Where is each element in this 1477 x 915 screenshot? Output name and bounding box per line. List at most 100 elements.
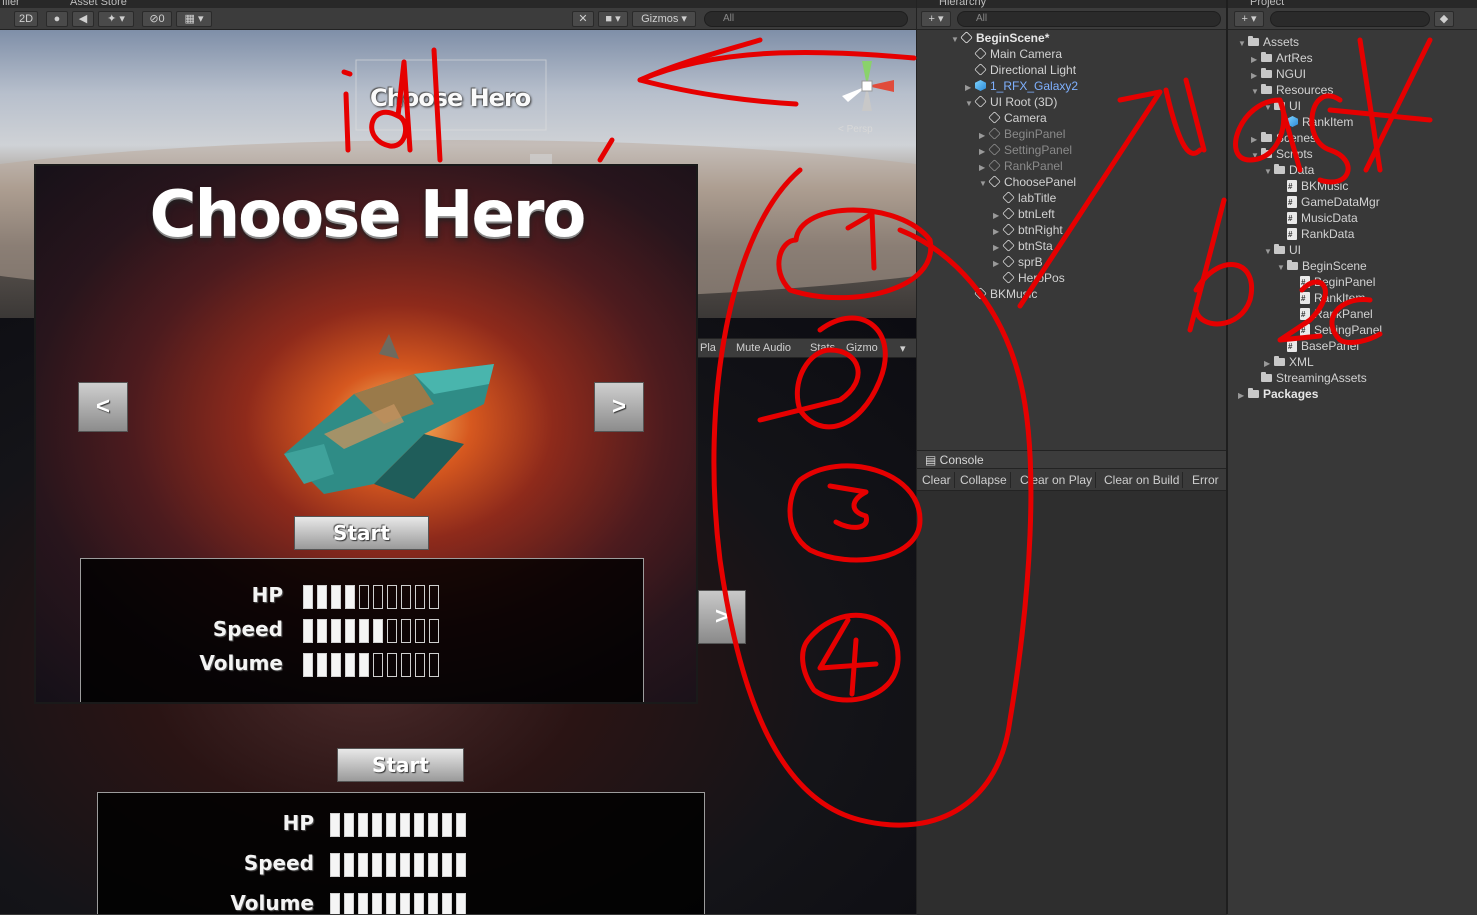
game-gizmos-button[interactable]: Gizmo (846, 342, 878, 354)
hierarchy-item-1-rfx-galaxy2[interactable]: ▶ 1_RFX_Galaxy2 (965, 78, 1078, 94)
project-search-input[interactable] (1270, 11, 1430, 27)
console-error-p-button[interactable]: Error P (1189, 472, 1227, 503)
audio-toggle-button[interactable]: ◀ (72, 11, 94, 27)
project-item-artres[interactable]: ▶ ArtRes (1251, 50, 1313, 66)
hidden-objects-button[interactable]: ⊘0 (142, 11, 172, 27)
project-item-beginpanel[interactable]: BeginPanel (1290, 274, 1375, 291)
project-item-data[interactable]: ▼ Data (1264, 162, 1314, 178)
mute-audio-button[interactable]: Mute Audio (736, 342, 791, 354)
script-icon (1287, 179, 1297, 195)
tools-button[interactable]: ✕ (572, 11, 594, 27)
right-arrow-button-background[interactable]: > (698, 590, 746, 644)
project-item-bkmusic[interactable]: BKMusic (1277, 178, 1348, 195)
add-object-button[interactable]: + ▾ (921, 11, 951, 27)
maximize-on-play-button[interactable]: Pla (700, 342, 716, 354)
project-item-assets[interactable]: ▼ Assets (1238, 34, 1299, 50)
stat-bar-segment (330, 893, 340, 914)
hierarchy-item-btnleft[interactable]: ▶ btnLeft (993, 206, 1055, 222)
expand-arrow-icon[interactable]: ▼ (1277, 260, 1287, 276)
project-item-ui[interactable]: ▼ UI (1264, 242, 1301, 258)
expand-arrow-icon[interactable]: ▼ (1264, 164, 1274, 180)
console-toolbar: Clear Collapse Clear on Play Clear on Build… (917, 469, 1227, 503)
expand-arrow-icon[interactable]: ▼ (965, 96, 975, 112)
persp-label[interactable]: < Persp (838, 124, 873, 135)
console-clear-button[interactable]: Clear (919, 472, 955, 488)
project-item-streamingassets[interactable]: StreamingAssets (1251, 370, 1367, 386)
stat-bar-segment (344, 893, 354, 914)
project-item-beginscene[interactable]: ▼ BeginScene (1277, 258, 1367, 274)
hierarchy-item-btnsta[interactable]: ▶ btnSta (993, 238, 1053, 254)
project-item-ngui[interactable]: ▶ NGUI (1251, 66, 1306, 82)
project-item-xml[interactable]: ▶ XML (1264, 354, 1314, 370)
orientation-gizmo[interactable] (832, 56, 902, 116)
project-panel: Project + ▾ ◆ ▼ Assets ▶ ArtRes ▶ NGUI ▼ Resour… (1226, 0, 1477, 914)
scene-search-input[interactable]: All (704, 11, 908, 27)
collapse-arrow-icon[interactable]: ▶ (1238, 388, 1248, 404)
hierarchy-item-heropos[interactable]: HeroPos (993, 270, 1065, 286)
expand-arrow-icon[interactable]: ▼ (1264, 100, 1274, 116)
expand-arrow-icon[interactable]: ▼ (1251, 84, 1261, 100)
project-item-rankitem[interactable]: RankItem (1277, 114, 1353, 130)
project-item-musicdata[interactable]: MusicData (1277, 210, 1358, 227)
project-item-rankdata[interactable]: RankData (1277, 226, 1354, 243)
hierarchy-item-settingpanel[interactable]: ▶ SettingPanel (979, 142, 1072, 158)
hierarchy-item-bkmusic[interactable]: BKMusic (965, 286, 1037, 302)
project-item-scripts[interactable]: ▼ Scripts (1251, 146, 1313, 162)
expand-arrow-icon[interactable]: ▼ (1238, 36, 1248, 52)
console-log-area[interactable] (917, 491, 1227, 915)
expand-arrow-icon[interactable]: ▼ (979, 176, 989, 192)
stat-bar-segment (373, 653, 383, 677)
expand-arrow-icon[interactable]: ▼ (1251, 148, 1261, 164)
start-button[interactable]: Start (294, 516, 429, 550)
effects-dropdown[interactable]: ✦ ▾ (98, 11, 134, 27)
2d-toggle-button[interactable]: 2D (14, 11, 38, 27)
expand-arrow-icon[interactable]: ▼ (951, 32, 961, 48)
tab-profiler[interactable]: filer (2, 0, 20, 8)
project-item-settingpanel[interactable]: SettingPanel (1290, 322, 1382, 339)
project-item-resources[interactable]: ▼ Resources (1251, 82, 1333, 98)
hierarchy-item-camera[interactable]: Camera (979, 110, 1047, 126)
create-asset-button[interactable]: + ▾ (1234, 11, 1264, 27)
console-clear-on-play-button[interactable]: Clear on Play (1017, 472, 1097, 488)
hierarchy-tab[interactable]: Hierarchy (939, 0, 986, 8)
hierarchy-item-main-camera[interactable]: Main Camera (965, 46, 1062, 62)
project-item-scenes[interactable]: ▶ Scenes (1251, 130, 1316, 146)
console-collapse-button[interactable]: Collapse (957, 472, 1011, 488)
tab-asset-store[interactable]: Asset Store (70, 0, 127, 8)
hierarchy-item-choosepanel[interactable]: ▼ ChoosePanel (979, 174, 1076, 190)
project-item-packages[interactable]: ▶ Packages (1238, 386, 1318, 402)
project-item-gamedatamgr[interactable]: GameDataMgr (1277, 194, 1380, 211)
hierarchy-item-beginpanel[interactable]: ▶ BeginPanel (979, 126, 1065, 142)
filter-button[interactable]: ◆ (1434, 11, 1454, 27)
hierarchy-item-labtitle[interactable]: labTitle (993, 190, 1056, 206)
stats-button[interactable]: Stats (810, 342, 835, 354)
camera-dropdown[interactable]: ■ ▾ (598, 11, 628, 27)
hierarchy-item-beginscene-[interactable]: ▼ BeginScene* (951, 30, 1049, 46)
project-item-basepanel[interactable]: BasePanel (1277, 338, 1359, 355)
hierarchy-item-directional-light[interactable]: Directional Light (965, 62, 1076, 78)
scene-view[interactable]: filer Asset Store 2D ● ◀ ✦ ▾ ⊘0 ▦ ▾ ✕ ■ … (0, 0, 916, 914)
console-tab[interactable]: ▤ Console (925, 453, 984, 467)
project-item-rankitem[interactable]: RankItem (1290, 290, 1365, 307)
project-tab-strip: Project (1228, 0, 1477, 8)
hierarchy-item-sprb[interactable]: ▶ sprB (993, 254, 1043, 270)
right-arrow-button[interactable]: > (594, 382, 644, 432)
project-item-rankpanel[interactable]: RankPanel (1290, 306, 1373, 323)
lighting-toggle-button[interactable]: ● (46, 11, 68, 27)
chevron-down-icon[interactable]: ▾ (900, 342, 906, 355)
console-clear-on-build-button[interactable]: Clear on Build (1101, 472, 1184, 488)
stat-bar-segment (359, 653, 369, 677)
project-item-ui[interactable]: ▼ UI (1264, 98, 1301, 114)
hierarchy-item-rankpanel[interactable]: ▶ RankPanel (979, 158, 1063, 174)
hierarchy-item-ui-root-3d-[interactable]: ▼ UI Root (3D) (965, 94, 1057, 110)
project-tab[interactable]: Project (1250, 0, 1284, 8)
grid-dropdown[interactable]: ▦ ▾ (176, 11, 212, 27)
start-button-background[interactable]: Start (337, 748, 464, 782)
hierarchy-item-btnright[interactable]: ▶ btnRight (993, 222, 1063, 238)
gameobject-icon (988, 159, 1001, 172)
hierarchy-search-input[interactable]: All (957, 11, 1221, 27)
script-icon (1300, 275, 1310, 291)
gizmos-dropdown[interactable]: Gizmos ▾ (632, 11, 696, 27)
left-arrow-button[interactable]: < (78, 382, 128, 432)
expand-arrow-icon[interactable]: ▼ (1264, 244, 1274, 260)
